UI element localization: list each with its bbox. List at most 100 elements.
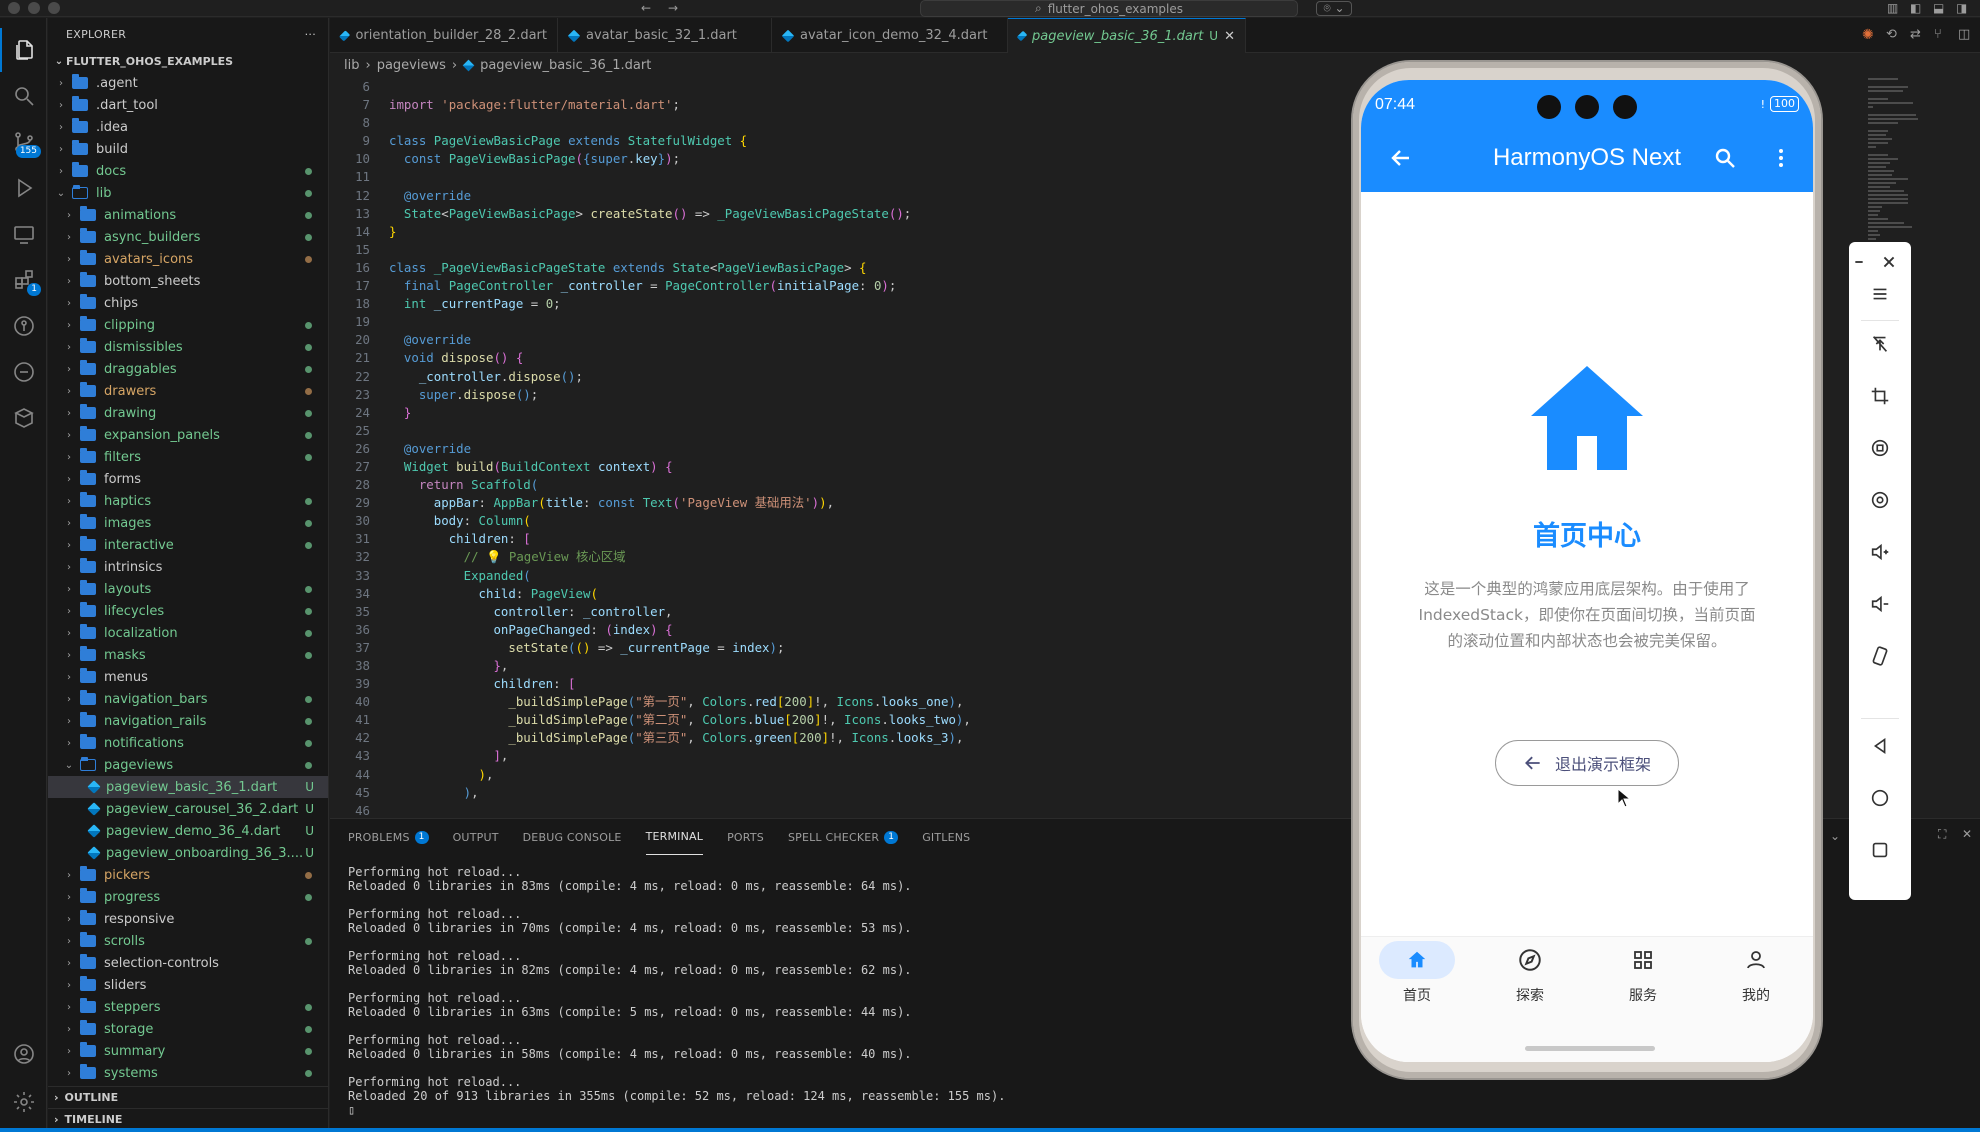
explorer-icon[interactable] [0,28,47,72]
minimap[interactable] [1864,78,1930,258]
code-line[interactable]: 24 } [330,404,1350,422]
folder-item[interactable]: › storage [48,1018,328,1040]
search-icon[interactable] [0,74,47,118]
panel-tab-debug-console[interactable]: DEBUG CONSOLE [523,819,622,855]
code-line[interactable]: 8 [330,114,1350,132]
code-line[interactable]: 22 _controller.dispose(); [330,368,1350,386]
panel-tab-terminal[interactable]: TERMINAL [645,819,704,855]
code-line[interactable]: 23 super.dispose(); [330,386,1350,404]
code-line[interactable]: 17 final PageController _controller = Pa… [330,277,1350,295]
breadcrumb-file[interactable]: pageview_basic_36_1.dart [480,58,651,73]
tab-pageview-basic[interactable]: pageview_basic_36_1.dart U ✕ [1008,18,1246,53]
file-item[interactable]: pageview_carousel_36_2.dart U [48,798,328,820]
code-line[interactable]: 35 controller: _controller, [330,603,1350,621]
code-line[interactable]: 34 child: PageView( [330,585,1350,603]
folder-item[interactable]: › filters [48,446,328,468]
folder-item[interactable]: › expansion_panels [48,424,328,446]
code-line[interactable]: 44 ), [330,766,1350,784]
folder-item[interactable]: › responsive [48,908,328,930]
code-line[interactable]: 31 children: [ [330,530,1350,548]
command-center-search[interactable]: ⌕ flutter_ohos_examples [920,0,1298,17]
toggle-primary-sidebar-icon[interactable]: ◧ [1910,1,1921,15]
folder-item[interactable]: › lifecycles [48,600,328,622]
code-line[interactable]: 33 Expanded( [330,567,1350,585]
toggle-panel-icon[interactable]: ⬓ [1933,1,1944,15]
code-line[interactable]: 18 int _currentPage = 0; [330,295,1350,313]
folder-item[interactable]: › summary [48,1040,328,1062]
folder-item[interactable]: › haptics [48,490,328,512]
folder-item[interactable]: › async_builders [48,226,328,248]
folder-item[interactable]: › navigation_rails [48,710,328,732]
code-line[interactable]: 37 setState(() => _currentPage = index); [330,639,1350,657]
breadcrumb-lib[interactable]: lib [344,58,359,73]
volume-down-icon[interactable] [1849,584,1911,624]
remote-explorer-icon[interactable] [0,212,47,256]
code-line[interactable]: 11 [330,168,1350,186]
timeline-section[interactable]: › TIMELINE [48,1108,328,1130]
nav-item-home[interactable]: 首页 [1379,941,1455,1005]
folder-item[interactable]: › pickers [48,864,328,886]
code-line[interactable]: 29 appBar: AppBar(title: const Text('Pag… [330,494,1350,512]
code-line[interactable]: 38 }, [330,657,1350,675]
code-line[interactable]: 20 @override [330,331,1350,349]
folder-item[interactable]: › progress [48,886,328,908]
file-item[interactable]: pageview_demo_36_4.dart U [48,820,328,842]
chevron-down-icon[interactable]: ⌄ [1830,829,1840,843]
code-line[interactable]: 32 // 💡 PageView 核心区域 [330,548,1350,566]
folder-item[interactable]: › navigation_bars [48,688,328,710]
code-line[interactable]: 43 ], [330,747,1350,765]
toggle-secondary-sidebar-icon[interactable]: ◨ [1956,1,1967,15]
code-line[interactable]: 14} [330,223,1350,241]
folder-item[interactable]: › masks [48,644,328,666]
nav-item-services[interactable]: 服务 [1605,941,1681,1005]
run-debug-icon[interactable] [0,166,47,210]
folder-item[interactable]: › images [48,512,328,534]
volume-up-icon[interactable] [1849,532,1911,572]
copilot-chat-icon[interactable]: ⌾ ⌄ [1316,1,1352,16]
account-icon[interactable] [0,1032,47,1076]
folder-item[interactable]: › dismissibles [48,336,328,358]
tab-orientation-builder[interactable]: orientation_builder_28_2.dart [330,18,558,53]
folder-item[interactable]: › interactive [48,534,328,556]
code-line[interactable]: 7 import 'package:flutter/material.dart'; [330,96,1350,114]
nav-back-triangle-icon[interactable] [1849,726,1911,766]
code-line[interactable]: 39 children: [ [330,675,1350,693]
code-line[interactable]: 30 body: Column( [330,512,1350,530]
code-line[interactable]: 16 class _PageViewBasicPageState extends … [330,259,1350,277]
menu-icon[interactable] [1849,274,1911,314]
folder-item[interactable]: › layouts [48,578,328,600]
search-icon[interactable] [1713,146,1737,174]
folder-item[interactable]: › .dart_tool [48,94,328,116]
code-line[interactable]: 13 State<PageViewBasicPage> createState(… [330,205,1350,223]
folder-item[interactable]: › forms [48,468,328,490]
tab-close-icon[interactable]: ✕ [1224,29,1235,44]
folder-item[interactable]: › .agent [48,72,328,94]
panel-tab-spell-checker[interactable]: SPELL CHECKER 1 [788,819,899,855]
folder-item[interactable]: › chips [48,292,328,314]
panel-tab-gitlens[interactable]: GITLENS [922,819,970,855]
code-line[interactable]: 40 _buildSimplePage("第一页", Colors.red[20… [330,693,1350,711]
folder-item[interactable]: › menus [48,666,328,688]
settings-gear-icon[interactable] [0,1080,47,1124]
nav-home-circle-icon[interactable] [1849,778,1911,818]
maximize-panel-icon[interactable]: ⛶ [1938,827,1946,842]
folder-item[interactable]: › localization [48,622,328,644]
rotate-icon[interactable] [1849,428,1911,468]
folder-item[interactable]: › draggables [48,358,328,380]
accounts-search-icon[interactable] [0,350,47,394]
code-line[interactable]: 26 @override [330,440,1350,458]
folder-item[interactable]: › avatars_icons [48,248,328,270]
rotate-device-icon[interactable] [1849,636,1911,676]
file-item[interactable]: pageview_onboarding_36_3.... U [48,842,328,864]
history-icon[interactable]: ⟲ [1886,27,1897,42]
folder-item[interactable]: › sliders [48,974,328,996]
folder-item[interactable]: ⌄ lib [48,182,328,204]
back-arrow-icon[interactable]: ← [641,1,651,15]
close-panel-icon[interactable]: ✕ [1962,827,1972,841]
forward-arrow-icon[interactable]: → [668,1,678,15]
panel-tab-problems[interactable]: PROBLEMS 1 [348,819,429,855]
window-maximize-button[interactable] [48,2,60,14]
code-line[interactable]: 25 [330,422,1350,440]
project-root[interactable]: ⌄ FLUTTER_OHOS_EXAMPLES [48,50,328,72]
folder-item[interactable]: › steppers [48,996,328,1018]
